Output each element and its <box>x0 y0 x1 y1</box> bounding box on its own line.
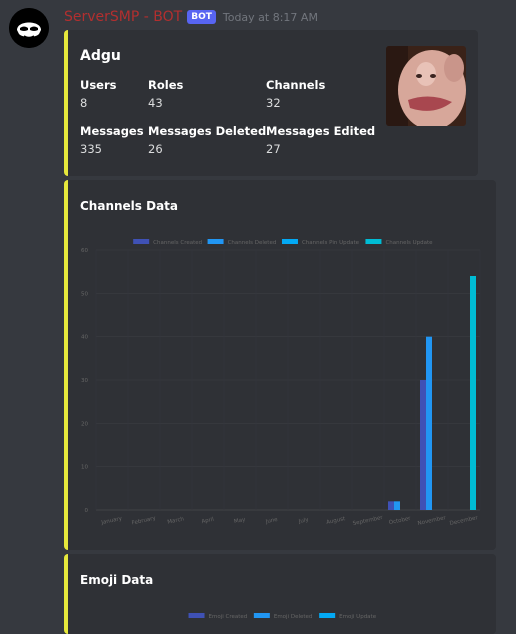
field-name: Channels <box>266 78 326 92</box>
x-tick-label: February <box>131 515 157 526</box>
legend-swatch-channels-pin-update <box>281 239 298 244</box>
field-value: 26 <box>148 142 163 156</box>
field-messages-deleted: Messages Deleted 26 <box>148 124 266 156</box>
message-timestamp[interactable]: Today at 8:17 AM <box>223 11 318 24</box>
field-name: Messages Edited <box>266 124 376 138</box>
field-value: 8 <box>80 96 88 110</box>
bar-channels-deleted-october <box>394 501 400 510</box>
field-name: Users <box>80 78 117 92</box>
channels-data-embed: Channels Data Channels Created Channels D… <box>64 180 496 550</box>
x-tick-label: January <box>100 516 123 527</box>
legend-swatch-channels-deleted <box>207 239 224 244</box>
y-tick-label: 60 <box>81 248 88 254</box>
y-tick-label: 20 <box>81 421 88 427</box>
x-tick-label: September <box>352 515 384 527</box>
x-tick-label: October <box>388 516 411 527</box>
embed-thumbnail[interactable] <box>386 46 466 126</box>
stats-embed: Adgu Users 8 Roles 43 Channels 32 Messag… <box>64 30 478 176</box>
x-tick-label: March <box>167 516 185 525</box>
x-tick-label: June <box>264 517 279 526</box>
field-channels: Channels 32 <box>266 78 325 110</box>
legend-label-channels-update: Channels Update <box>385 240 433 246</box>
bot-avatar[interactable] <box>9 8 49 48</box>
x-tick-label: July <box>297 517 310 525</box>
x-tick-label: April <box>201 517 215 526</box>
channels-chart: Channels Created Channels Deleted Channels… <box>81 239 481 527</box>
field-name: Roles <box>148 78 184 92</box>
thumbnail-face-image <box>386 46 466 126</box>
field-value: 43 <box>148 96 163 110</box>
field-value: 335 <box>80 142 102 156</box>
bot-badge: BOT <box>187 10 216 24</box>
legend-label-emoji-update: Emoji Update <box>339 614 377 620</box>
legend-label-channels-pin-update: Channels Pin Update <box>302 240 360 246</box>
field-value: 32 <box>266 96 281 110</box>
bar-channels-update-december <box>470 276 476 510</box>
bar-channels-created-october <box>388 501 394 510</box>
field-value: 27 <box>266 142 281 156</box>
legend-label-channels-created: Channels Created <box>153 240 202 246</box>
legend-swatch-channels-update <box>365 239 382 244</box>
embed-title: Adgu <box>80 48 121 64</box>
field-users: Users 8 <box>80 78 117 110</box>
bot-username[interactable]: ServerSMP - BOT <box>64 9 182 25</box>
legend-label-emoji-deleted: Emoji Deleted <box>274 614 313 620</box>
x-tick-label: November <box>417 515 447 527</box>
y-tick-label: 50 <box>81 291 88 297</box>
legend-swatch-emoji-deleted <box>253 613 270 618</box>
y-tick-label: 30 <box>81 378 88 384</box>
legend-label-channels-deleted: Channels Deleted <box>228 240 277 246</box>
field-messages-edited: Messages Edited 27 <box>266 124 375 156</box>
bar-channels-deleted-november <box>426 336 432 510</box>
y-tick-label: 40 <box>81 335 88 341</box>
bot-avatar-icon <box>9 8 49 48</box>
legend-label-emoji-created: Emoji Created <box>209 614 248 620</box>
x-tick-label: December <box>449 515 479 527</box>
field-name: Messages <box>80 124 144 138</box>
field-messages: Messages 335 <box>80 124 144 156</box>
y-tick-label: 10 <box>81 465 88 471</box>
legend-swatch-channels-created <box>133 239 150 244</box>
emoji-data-embed: Emoji Data Emoji Created Emoji Deleted Emo… <box>64 554 496 634</box>
y-tick-label: 0 <box>85 508 89 514</box>
bar-channels-created-november <box>420 380 426 510</box>
message-header: ServerSMP - BOT BOT Today at 8:17 AM <box>64 8 318 26</box>
legend-swatch-emoji-update <box>319 613 336 618</box>
x-tick-label: May <box>234 517 247 525</box>
field-name: Messages Deleted <box>148 124 267 138</box>
field-roles: Roles 43 <box>148 78 183 110</box>
legend-swatch-emoji-created <box>188 613 205 618</box>
x-tick-label: August <box>326 516 347 526</box>
emoji-chart: Emoji Created Emoji Deleted Emoji Update <box>188 613 377 620</box>
